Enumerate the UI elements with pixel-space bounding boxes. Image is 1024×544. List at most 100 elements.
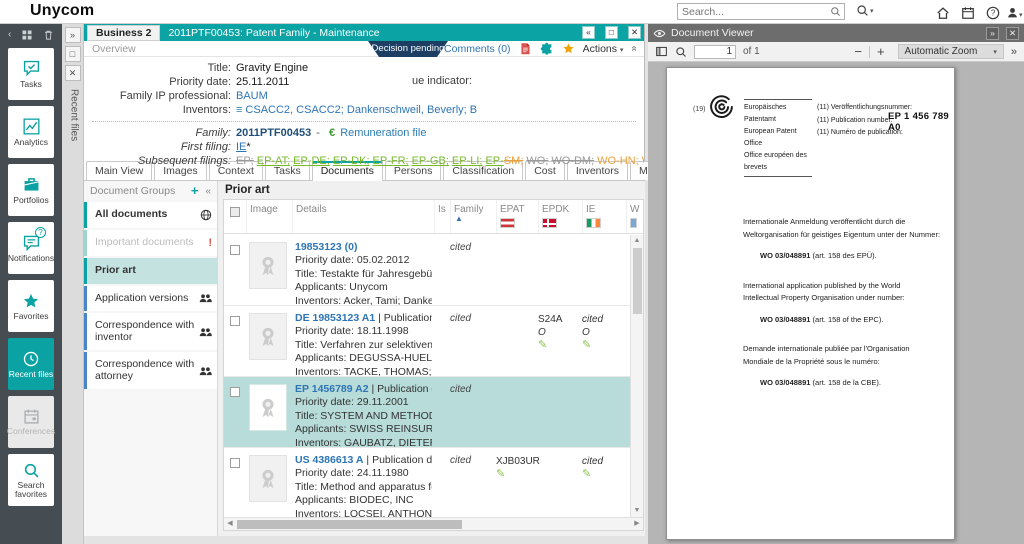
expand-viewer-button[interactable]: » bbox=[986, 27, 999, 40]
filing-code-link[interactable]: EP-AT; bbox=[257, 155, 290, 167]
document-thumbnail[interactable] bbox=[249, 313, 287, 360]
search-input[interactable] bbox=[678, 6, 830, 18]
group-all-documents[interactable]: All documents bbox=[84, 202, 217, 228]
sidebar-item-tasks[interactable]: Tasks bbox=[8, 48, 54, 100]
group-correspondence-attorney[interactable]: Correspondence with attorney bbox=[84, 352, 217, 389]
column-header-family[interactable]: Family▲ bbox=[450, 200, 496, 233]
sidebar-toggle-icon[interactable] bbox=[655, 45, 668, 58]
filing-code-link[interactable]: EP-DK; bbox=[333, 155, 370, 167]
close-viewer-button[interactable]: ✕ bbox=[1006, 27, 1019, 40]
user-menu-button[interactable]: ▾ bbox=[1006, 4, 1023, 22]
scroll-left-arrow[interactable]: ◀ bbox=[224, 518, 236, 530]
find-icon[interactable] bbox=[675, 46, 687, 58]
inventors-links[interactable]: CSACC2, CSACC2; Dankenschweil, Beverly; … bbox=[245, 104, 477, 116]
horizontal-scroll-thumb[interactable] bbox=[237, 520, 462, 529]
row-checkbox[interactable] bbox=[230, 245, 240, 255]
page-number-input[interactable] bbox=[694, 45, 736, 59]
column-header-is[interactable]: Is bbox=[435, 204, 446, 215]
restore-panel-button[interactable]: □ bbox=[65, 46, 81, 62]
trash-icon[interactable] bbox=[43, 29, 54, 41]
apps-grid-icon[interactable] bbox=[21, 29, 33, 41]
table-row[interactable]: 19853123 (0) Priority date: 05.02.2012 T… bbox=[224, 235, 630, 306]
filing-code-link[interactable]: EP-FR; bbox=[373, 155, 409, 167]
filing-code-link[interactable]: EP-LI; bbox=[452, 155, 483, 167]
column-header-epdk[interactable]: EPDK bbox=[538, 200, 582, 233]
favorite-star-icon[interactable] bbox=[562, 42, 575, 55]
column-header-epat[interactable]: EPAT bbox=[496, 200, 538, 233]
row-checkbox[interactable] bbox=[230, 387, 240, 397]
collapse-overview-icon[interactable]: » bbox=[629, 46, 640, 52]
table-row[interactable]: US 4386613 A | Publication date: 07.06. … bbox=[224, 448, 630, 517]
filing-code-link[interactable]: EP-DE; bbox=[293, 155, 330, 167]
puzzle-icon[interactable] bbox=[540, 42, 554, 56]
sidebar-item-search-favorites[interactable]: Search favorites bbox=[8, 454, 54, 506]
collapse-groups-button[interactable]: « bbox=[205, 186, 211, 197]
sidebar-item-portfolios[interactable]: Portfolios bbox=[8, 164, 54, 216]
sidebar-item-analytics[interactable]: Analytics bbox=[8, 106, 54, 158]
sidebar-item-favorites[interactable]: Favorites bbox=[8, 280, 54, 332]
column-header-w[interactable]: W bbox=[626, 200, 643, 233]
scroll-right-arrow[interactable]: ▶ bbox=[631, 518, 643, 530]
group-correspondence-inventor[interactable]: Correspondence with inventor bbox=[84, 313, 217, 350]
column-header-details[interactable]: Details bbox=[293, 204, 327, 215]
document-thumbnail[interactable] bbox=[249, 242, 287, 289]
scroll-down-arrow[interactable]: ▼ bbox=[631, 505, 643, 517]
viewer-more-tools-button[interactable]: » bbox=[1011, 46, 1017, 58]
sidebar-item-notifications[interactable]: ? Notifications bbox=[8, 222, 54, 274]
scroll-up-arrow[interactable]: ▲ bbox=[631, 235, 643, 247]
minimized-panel-label[interactable]: Recent files bbox=[66, 89, 80, 141]
list-icon[interactable]: ≡ bbox=[236, 104, 242, 116]
first-filing-link[interactable]: IE bbox=[236, 141, 246, 153]
row-checkbox[interactable] bbox=[230, 458, 240, 468]
search-icon[interactable] bbox=[830, 6, 841, 17]
edit-pencil-icon[interactable]: ✎ bbox=[496, 468, 505, 480]
business-badge[interactable]: Business 2 bbox=[87, 25, 160, 41]
help-button[interactable]: ? bbox=[986, 4, 1000, 22]
vertical-scrollbar[interactable]: ▲ ▼ bbox=[630, 235, 643, 517]
publication-label: | Publication date: bbox=[371, 383, 432, 395]
document-thumbnail[interactable] bbox=[249, 384, 287, 431]
close-panel-button[interactable]: ✕ bbox=[65, 65, 81, 81]
column-header-image[interactable]: Image bbox=[247, 204, 278, 215]
global-search[interactable] bbox=[677, 3, 845, 20]
actions-menu-button[interactable]: Actions ▾ bbox=[583, 43, 624, 55]
field-family: Family: 2011PTF00453 - € Remuneration fi… bbox=[84, 126, 644, 140]
table-row[interactable]: DE 19853123 A1 | Publication date: 25.0 … bbox=[224, 306, 630, 377]
row-checkbox[interactable] bbox=[230, 316, 240, 326]
edit-pencil-icon[interactable]: ✎ bbox=[538, 339, 547, 351]
advanced-search-button[interactable]: ▾ bbox=[856, 4, 874, 17]
viewer-canvas[interactable]: (19) Europäisches Patentamt European Pat… bbox=[648, 62, 1024, 544]
zoom-level-select[interactable]: Automatic Zoom ▾ bbox=[898, 44, 1004, 59]
ip-professional-link[interactable]: BAUM bbox=[236, 89, 268, 103]
home-button[interactable] bbox=[936, 4, 950, 22]
expand-panel-button[interactable]: » bbox=[65, 27, 81, 43]
close-window-button[interactable]: ✕ bbox=[628, 26, 641, 39]
collapse-left-icon[interactable]: ‹ bbox=[8, 29, 11, 40]
zoom-in-button[interactable]: + bbox=[877, 46, 885, 58]
document-link[interactable]: EP 1456789 A2 bbox=[295, 383, 369, 395]
column-header-ie[interactable]: IE bbox=[582, 200, 626, 233]
zoom-out-button[interactable]: − bbox=[854, 46, 862, 58]
document-link[interactable]: US 4386613 A bbox=[295, 454, 364, 466]
document-link[interactable]: DE 19853123 A1 bbox=[295, 312, 375, 324]
group-important-documents[interactable]: Important documents ! bbox=[84, 230, 217, 256]
edit-pencil-icon[interactable]: ✎ bbox=[582, 339, 591, 351]
select-all-checkbox[interactable] bbox=[230, 207, 240, 217]
maximize-window-button[interactable]: □ bbox=[605, 26, 618, 39]
table-row-selected[interactable]: EP 1456789 A2 | Publication date: 15.09 … bbox=[224, 377, 630, 448]
filing-code-link[interactable]: EP- bbox=[485, 155, 503, 167]
pdf-icon[interactable] bbox=[519, 42, 532, 55]
document-thumbnail[interactable] bbox=[249, 455, 287, 502]
edit-pencil-icon[interactable]: ✎ bbox=[582, 468, 591, 480]
collapse-window-button[interactable]: « bbox=[582, 26, 595, 39]
remuneration-file-link[interactable]: Remuneration file bbox=[340, 127, 426, 139]
document-link[interactable]: 19853123 (0) bbox=[295, 241, 357, 253]
add-group-button[interactable]: + bbox=[191, 186, 199, 196]
group-prior-art[interactable]: Prior art bbox=[84, 258, 217, 284]
filing-code-link[interactable]: EP-GB; bbox=[412, 155, 449, 167]
vertical-scroll-thumb[interactable] bbox=[633, 248, 642, 314]
horizontal-scrollbar[interactable]: ◀ ▶ bbox=[224, 517, 643, 530]
group-application-versions[interactable]: Application versions bbox=[84, 286, 217, 312]
sidebar-item-recent-files[interactable]: Recent files bbox=[8, 338, 54, 390]
calendar-button[interactable] bbox=[961, 4, 975, 22]
